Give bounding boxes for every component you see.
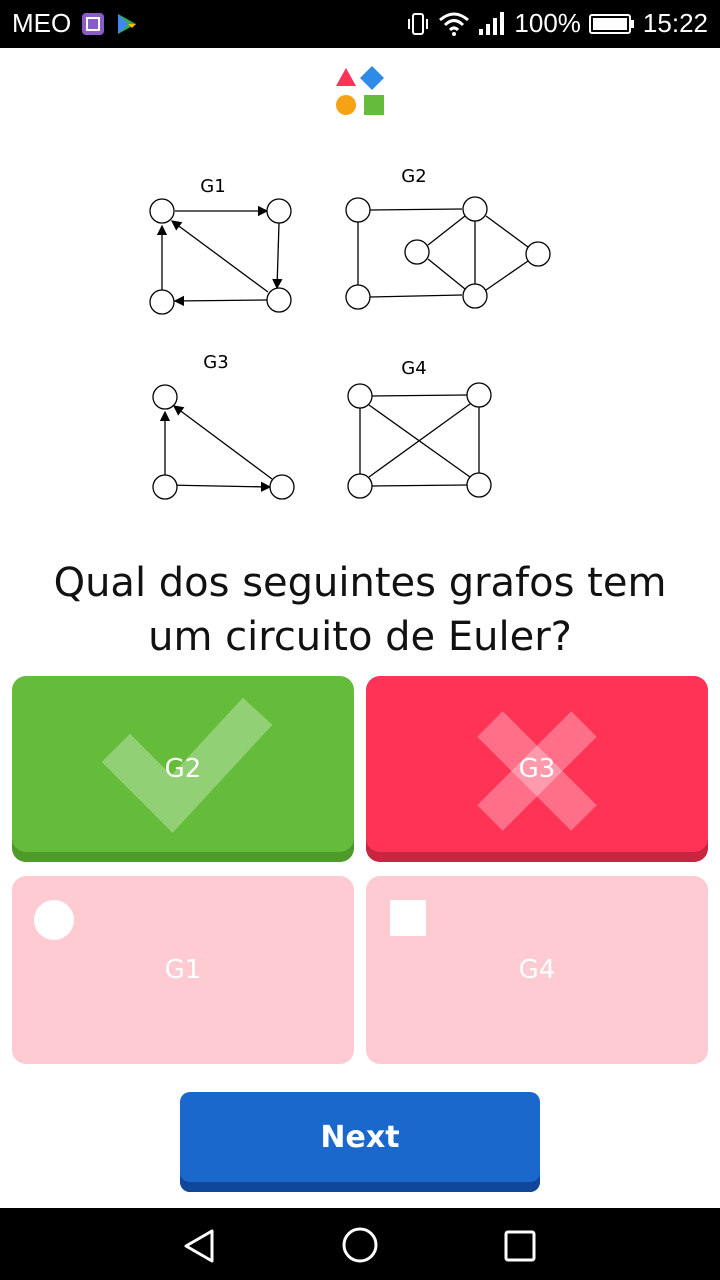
graph-illustration: G1 G2 G3 G4	[149, 166, 551, 500]
square-shape-icon	[390, 900, 426, 936]
answer-label: G1	[164, 955, 202, 985]
answer-label: G4	[518, 955, 556, 985]
answer-label: G3	[518, 754, 556, 784]
graph-label-g1: G1	[200, 176, 225, 197]
next-button[interactable]: Next	[180, 1092, 540, 1192]
battery-percent: 100%	[514, 8, 581, 38]
battery-icon	[588, 13, 634, 34]
home-icon[interactable]	[341, 1226, 379, 1264]
vibrate-icon	[408, 12, 429, 35]
status-bar: MEO 100% 15:22	[0, 0, 720, 48]
carrier-name: MEO	[12, 8, 72, 38]
gallery-notification-icon	[82, 12, 105, 35]
graph-label-g2: G2	[401, 166, 426, 187]
answer-g3-wrong[interactable]: G3	[366, 676, 708, 862]
navigation-bar	[0, 1208, 720, 1280]
wifi-icon	[439, 12, 470, 36]
clock: 15:22	[642, 8, 708, 38]
question-line-2: um circuito de Euler?	[148, 614, 572, 660]
back-icon[interactable]	[182, 1228, 218, 1264]
answer-g2-correct[interactable]: G2	[12, 676, 354, 862]
recents-icon[interactable]	[503, 1229, 537, 1263]
graph-label-g4: G4	[401, 358, 426, 379]
graph-label-g3: G3	[203, 352, 228, 373]
app-logo	[336, 66, 384, 115]
answer-g4[interactable]: G4	[366, 876, 708, 1064]
circle-shape-icon	[34, 900, 74, 940]
answer-label: G2	[164, 754, 202, 784]
question-text: Qual dos seguintes grafos tem um circuit…	[0, 556, 720, 664]
question-line-1: Qual dos seguintes grafos tem	[53, 560, 667, 606]
signal-icon	[479, 11, 505, 35]
play-store-icon	[118, 13, 137, 34]
answer-g1[interactable]: G1	[12, 876, 354, 1064]
